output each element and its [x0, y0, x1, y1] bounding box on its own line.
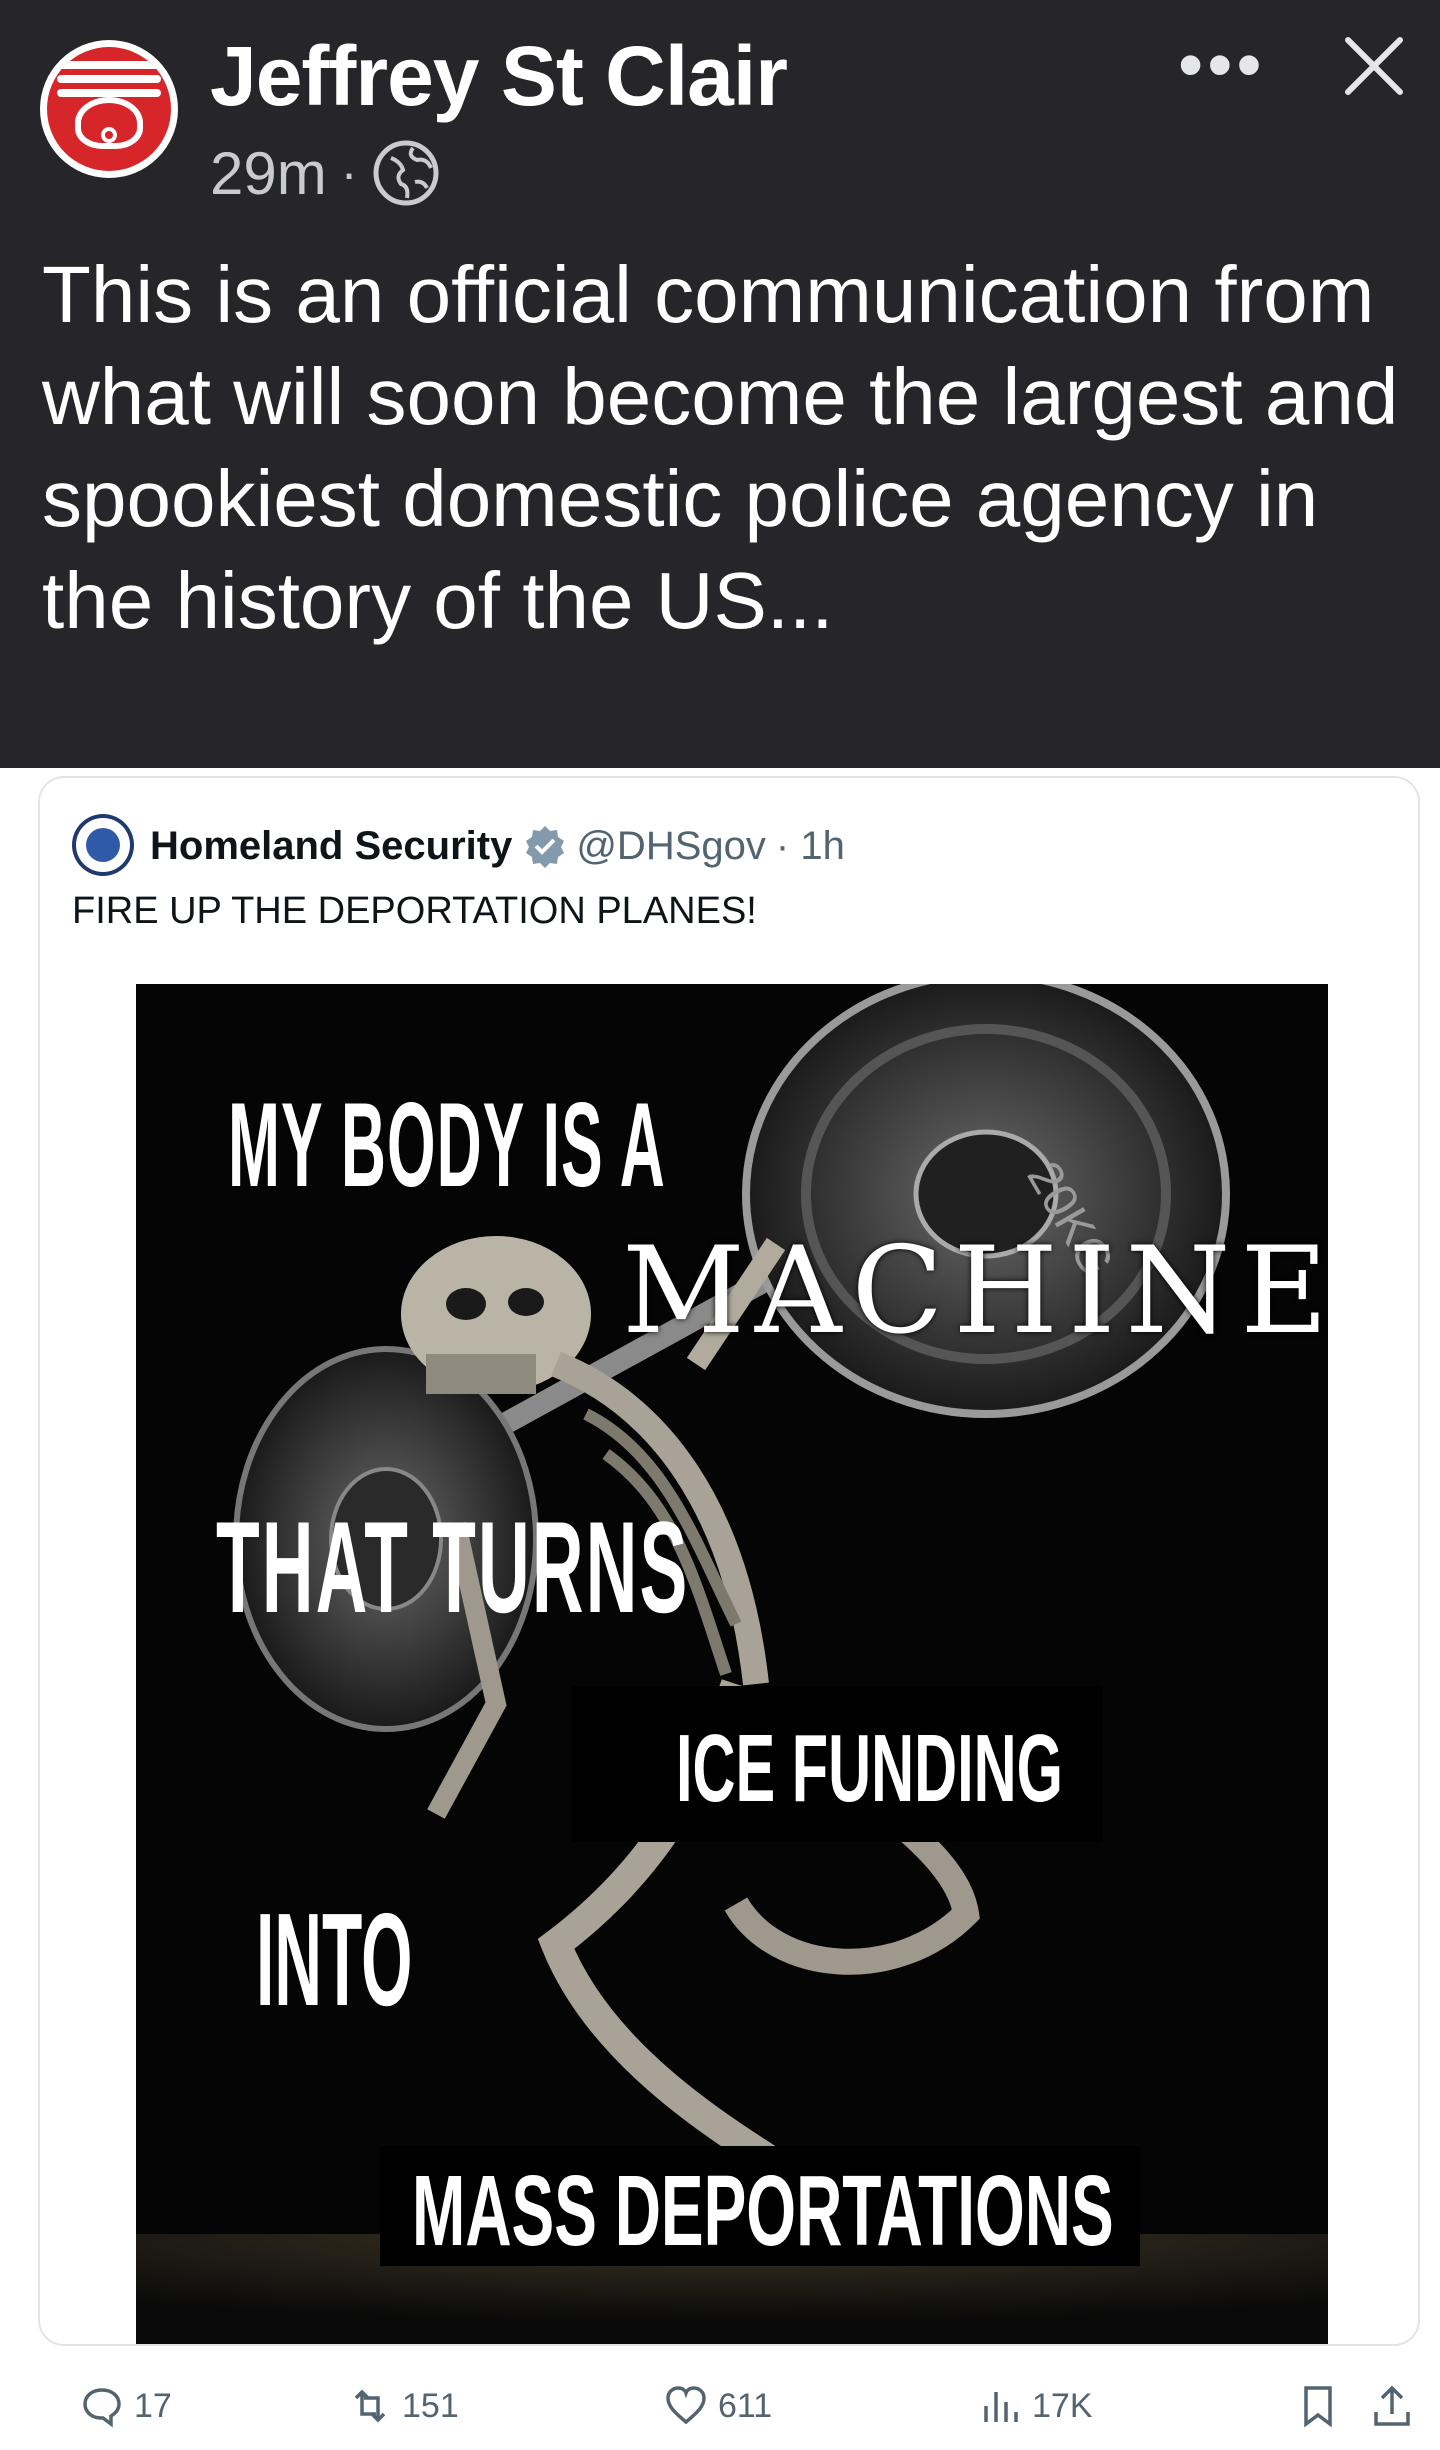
- bookmark-button[interactable]: [1296, 2384, 1350, 2428]
- views-button[interactable]: 17K: [978, 2384, 1093, 2428]
- close-icon[interactable]: [1338, 30, 1410, 102]
- author-name[interactable]: Jeffrey St Clair: [210, 28, 788, 125]
- embedded-tweet[interactable]: Homeland Security @DHSgov · 1h FIRE UP T…: [38, 776, 1420, 2346]
- post-meta: 29m ·: [210, 138, 441, 208]
- tweet-text: FIRE UP THE DEPORTATION PLANES!: [72, 890, 757, 932]
- post-text: This is an official communication from w…: [42, 250, 1399, 645]
- meme-line-1: MY BODY IS A: [228, 1078, 666, 1212]
- verified-badge-icon: [526, 826, 565, 868]
- analytics-icon: [984, 2392, 1018, 2422]
- post-time[interactable]: 29m: [210, 139, 327, 208]
- reply-button[interactable]: 17: [80, 2384, 172, 2428]
- share-button[interactable]: [1370, 2384, 1424, 2428]
- share-icon: [1374, 2385, 1410, 2426]
- globe-icon: [373, 140, 439, 206]
- reply-icon: [83, 2388, 121, 2428]
- meme-line-4: ICE FUNDING: [676, 1715, 1063, 1822]
- repost-count: 151: [402, 2386, 459, 2425]
- repost-icon: [354, 2389, 386, 2423]
- red-logo-icon: [47, 47, 171, 171]
- tweet-action-bar: 17 151 611 17K: [0, 2370, 1440, 2450]
- meme-line-6: MASS DEPORTATIONS: [412, 2155, 1114, 2267]
- dhs-seal-avatar[interactable]: [72, 814, 134, 876]
- meta-separator: ·: [340, 145, 358, 201]
- meme-line-3: THAT TURNS: [216, 1494, 690, 1640]
- repost-button[interactable]: 151: [348, 2384, 459, 2428]
- meme-image[interactable]: 20KG MY BODY IS A MACHINE THAT TURNS ICE…: [136, 984, 1328, 2344]
- tweet-author-name[interactable]: Homeland Security: [150, 824, 512, 869]
- meme-line-5: INTO: [256, 1886, 413, 2033]
- heart-icon: [666, 2386, 706, 2425]
- like-button[interactable]: 611: [664, 2384, 772, 2428]
- more-options-icon[interactable]: •••: [1178, 24, 1266, 106]
- meme-line-2: MACHINE: [622, 1222, 1328, 1361]
- view-count: 17K: [1032, 2386, 1093, 2425]
- like-count: 611: [718, 2386, 773, 2425]
- tweet-time: · 1h: [775, 823, 845, 868]
- bookmark-icon: [1304, 2386, 1332, 2428]
- tweet-header: Homeland Security @DHSgov · 1h: [150, 814, 845, 878]
- facebook-post: Jeffrey St Clair 29m · ••• This is an of…: [0, 0, 1440, 768]
- reply-count: 17: [134, 2386, 172, 2425]
- tweet-handle[interactable]: @DHSgov: [576, 824, 766, 869]
- author-avatar[interactable]: [40, 40, 178, 178]
